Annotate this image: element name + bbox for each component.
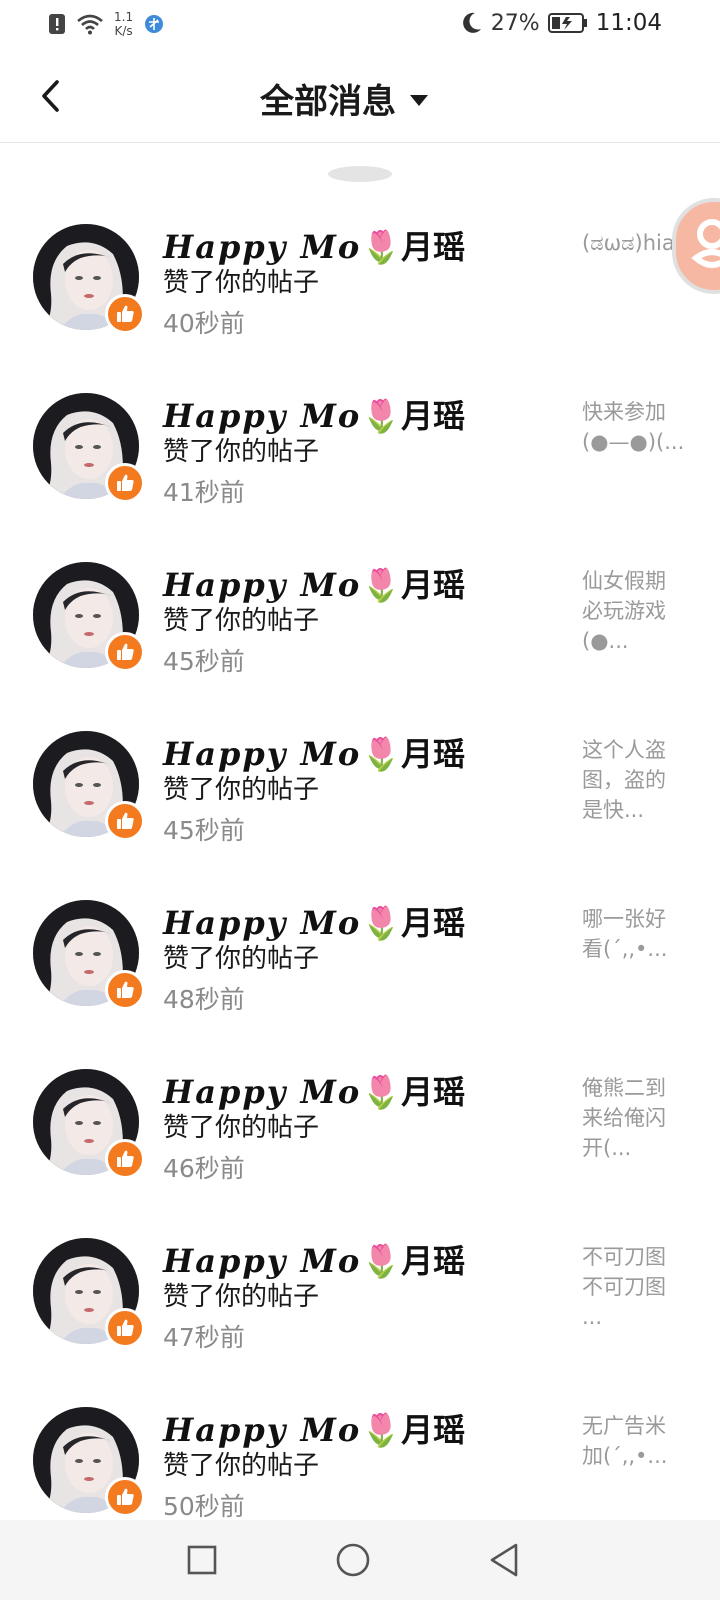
back-button[interactable] xyxy=(28,74,72,118)
message-item[interactable]: Happy Mo🌷月瑶 赞了你的帖子 47秒前 不可刀图 不可刀图 ... xyxy=(0,1224,720,1393)
notification-time: 48秒前 xyxy=(163,985,245,1014)
post-preview[interactable]: 仙女假期 必玩游戏 (●... xyxy=(582,566,690,656)
sender-name-script: Happy Mo xyxy=(163,228,362,266)
notification-action: 赞了你的帖子 xyxy=(163,437,320,467)
notification-action: 赞了你的帖子 xyxy=(163,944,320,974)
post-preview[interactable]: 不可刀图 不可刀图 ... xyxy=(582,1242,690,1332)
notification-action: 赞了你的帖子 xyxy=(163,1113,320,1143)
sender-name-script: Happy Mo xyxy=(163,397,362,435)
sender-name-cn: 月瑶 xyxy=(401,735,466,773)
thumbs-up-icon xyxy=(117,812,134,829)
sender-name-script: Happy Mo xyxy=(163,1411,362,1449)
sender-name-script: Happy Mo xyxy=(163,1073,362,1111)
alert-icon xyxy=(49,14,65,34)
like-badge xyxy=(105,632,145,672)
sender-name-cn: 月瑶 xyxy=(401,397,466,435)
post-preview[interactable]: 这个人盗 图，盗的 是快... xyxy=(582,735,690,825)
message-list: Happy Mo🌷月瑶 赞了你的帖子 40秒前 (ಡωಡ)hiahi... xyxy=(0,210,720,1562)
net-speed-value: 1.1 xyxy=(114,10,134,24)
back-arrow-icon xyxy=(42,80,59,112)
like-badge xyxy=(105,1139,145,1179)
thumbs-up-icon xyxy=(117,981,134,998)
sender-name-cn: 月瑶 xyxy=(401,1242,466,1280)
message-filter-dropdown[interactable]: 全部消息 xyxy=(260,74,428,123)
like-badge xyxy=(105,463,145,503)
sender-name-cn: 月瑶 xyxy=(401,1411,466,1449)
battery-icon xyxy=(547,13,587,33)
net-speed-unit: K/s xyxy=(114,24,133,38)
network-app-icon xyxy=(145,15,164,33)
notification-action: 赞了你的帖子 xyxy=(163,1282,320,1312)
back-triangle-icon xyxy=(490,1543,518,1577)
status-left: 1.1 K/s xyxy=(48,10,165,38)
notification-time: 45秒前 xyxy=(163,816,245,845)
sender-name-cn: 月瑶 xyxy=(401,566,466,604)
status-bar: 1.1 K/s 27% 11:04 xyxy=(0,0,720,52)
sender-name-script: Happy Mo xyxy=(163,566,362,604)
notification-action: 赞了你的帖子 xyxy=(163,606,320,636)
message-item[interactable]: Happy Mo🌷月瑶 赞了你的帖子 46秒前 俺熊二到 来给俺闪 开(... xyxy=(0,1055,720,1224)
notification-action: 赞了你的帖子 xyxy=(163,268,320,298)
notification-time: 41秒前 xyxy=(163,478,245,507)
message-item[interactable]: Happy Mo🌷月瑶 赞了你的帖子 48秒前 哪一张好 看(´,,•... xyxy=(0,886,720,1055)
post-preview[interactable]: 哪一张好 看(´,,•... xyxy=(582,904,690,964)
like-badge xyxy=(105,970,145,1010)
tulip-emoji: 🌷 xyxy=(361,566,402,604)
tulip-emoji: 🌷 xyxy=(361,1073,402,1111)
system-nav-bar xyxy=(0,1520,720,1600)
post-preview[interactable]: 无广告米 加(´,,•... xyxy=(582,1411,690,1471)
moon-icon xyxy=(462,12,481,33)
home-button[interactable] xyxy=(331,1538,375,1582)
status-right: 27% 11:04 xyxy=(461,10,662,36)
tulip-emoji: 🌷 xyxy=(361,735,402,773)
thumbs-up-icon xyxy=(117,1319,134,1336)
caret-down-icon xyxy=(410,95,428,106)
sender-name-script: Happy Mo xyxy=(163,904,362,942)
tulip-emoji: 🌷 xyxy=(361,1242,402,1280)
notification-action: 赞了你的帖子 xyxy=(163,775,320,805)
clock: 11:04 xyxy=(595,10,662,36)
sender-name-script: Happy Mo xyxy=(163,735,362,773)
post-preview[interactable]: 快来参加 (●—●)(... xyxy=(582,397,690,457)
sender-name-script: Happy Mo xyxy=(163,1242,362,1280)
thumbs-up-icon xyxy=(117,305,134,322)
net-speed: 1.1 K/s xyxy=(114,10,133,38)
message-item[interactable]: Happy Mo🌷月瑶 赞了你的帖子 40秒前 (ಡωಡ)hiahi... xyxy=(0,210,720,379)
sender-name-cn: 月瑶 xyxy=(401,1073,466,1111)
message-item[interactable]: Happy Mo🌷月瑶 赞了你的帖子 45秒前 仙女假期 必玩游戏 (●... xyxy=(0,548,720,717)
message-item[interactable]: Happy Mo🌷月瑶 赞了你的帖子 45秒前 这个人盗 图，盗的 是快... xyxy=(0,717,720,886)
recents-button[interactable] xyxy=(180,1538,224,1582)
tulip-emoji: 🌷 xyxy=(361,397,402,435)
page-title: 全部消息 xyxy=(260,82,396,122)
home-circle-icon xyxy=(336,1543,370,1577)
tulip-emoji: 🌷 xyxy=(361,228,402,266)
thumbs-up-icon xyxy=(117,1488,134,1505)
battery-percent: 27% xyxy=(490,10,540,36)
notification-time: 45秒前 xyxy=(163,647,245,676)
tulip-emoji: 🌷 xyxy=(361,904,402,942)
like-badge xyxy=(105,801,145,841)
wifi-icon xyxy=(77,14,103,35)
tulip-emoji: 🌷 xyxy=(361,1411,402,1449)
notification-time: 47秒前 xyxy=(163,1323,245,1352)
notification-time: 46秒前 xyxy=(163,1154,245,1183)
recents-square-icon xyxy=(187,1545,217,1575)
thumbs-up-icon xyxy=(117,474,134,491)
notification-time: 40秒前 xyxy=(163,309,245,338)
message-item[interactable]: Happy Mo🌷月瑶 赞了你的帖子 41秒前 快来参加 (●—●)(... xyxy=(0,379,720,548)
like-badge xyxy=(105,1308,145,1348)
like-badge xyxy=(105,1477,145,1517)
notification-action: 赞了你的帖子 xyxy=(163,1451,320,1481)
pull-refresh-indicator xyxy=(328,166,392,182)
sender-name-cn: 月瑶 xyxy=(401,228,466,266)
thumbs-up-icon xyxy=(117,1150,134,1167)
thumbs-up-icon xyxy=(117,643,134,660)
like-badge xyxy=(105,294,145,334)
post-preview[interactable]: 俺熊二到 来给俺闪 开(... xyxy=(582,1073,690,1163)
system-back-button[interactable] xyxy=(482,1538,526,1582)
app-header: 全部消息 xyxy=(0,52,720,143)
sender-name-cn: 月瑶 xyxy=(401,904,466,942)
floating-app-icon xyxy=(691,219,720,268)
notification-time: 50秒前 xyxy=(163,1492,245,1521)
